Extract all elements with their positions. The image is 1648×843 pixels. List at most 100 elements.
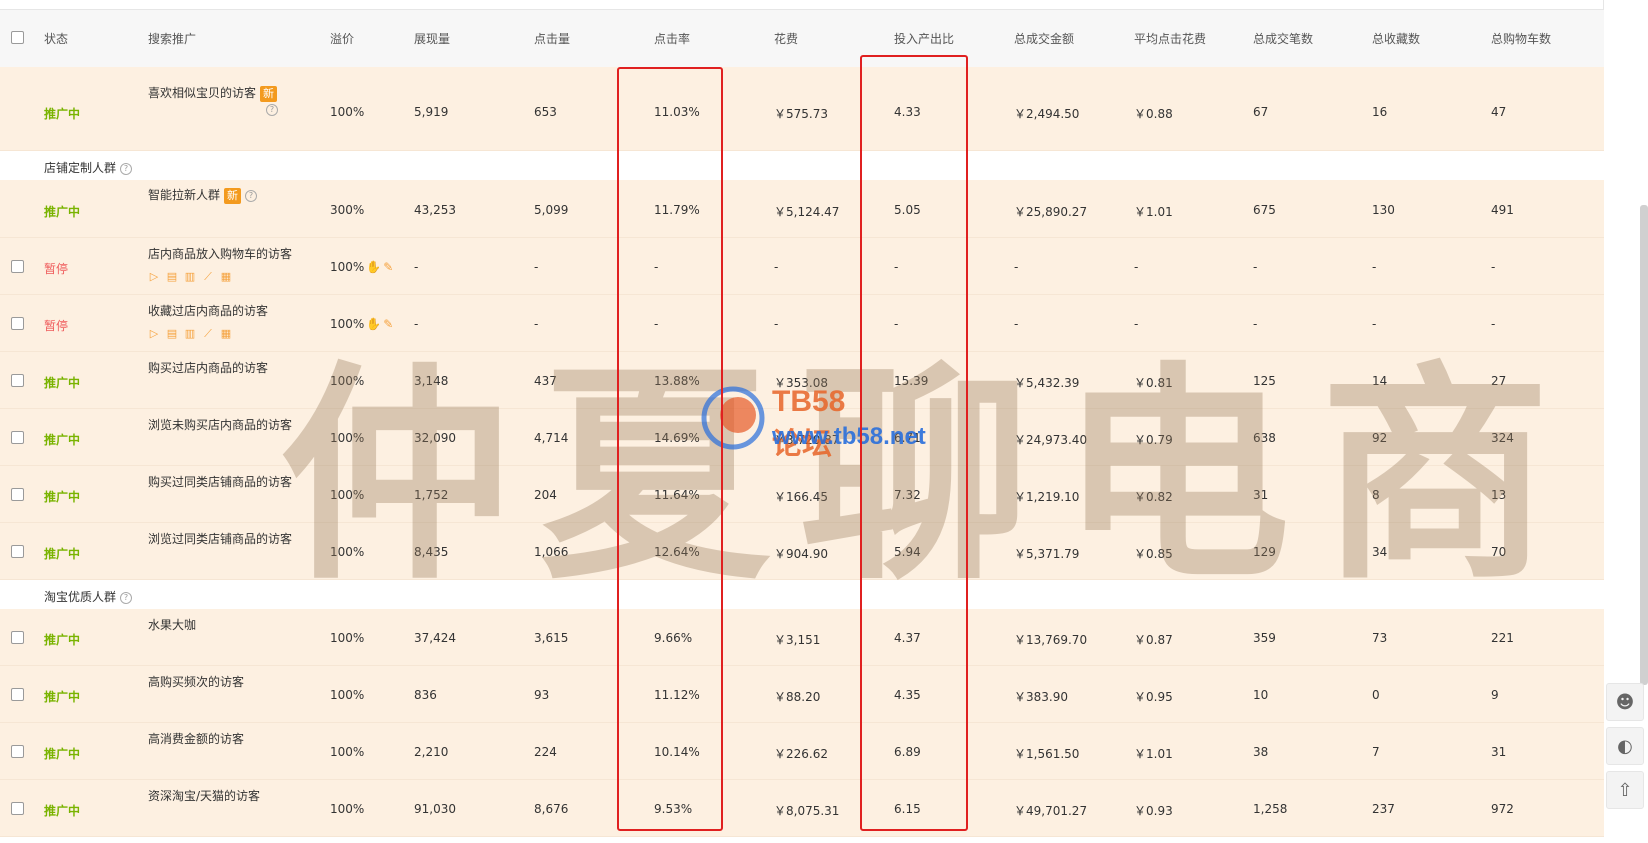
- premium-value[interactable]: 300%: [330, 203, 364, 217]
- chart-icon[interactable]: ⟋: [202, 271, 214, 283]
- delete-icon[interactable]: ▥: [184, 328, 196, 340]
- header-ctr[interactable]: 点击率: [654, 30, 690, 47]
- row-checkbox[interactable]: [11, 374, 24, 387]
- gmv-value: ￥13,769.70: [1014, 633, 1088, 647]
- premium-value[interactable]: 100% ✋ ✎: [330, 260, 393, 274]
- vertical-scrollbar[interactable]: [1640, 205, 1648, 685]
- premium-value[interactable]: 100%: [330, 105, 364, 119]
- gmv-value: ￥383.90: [1014, 690, 1068, 704]
- premium-value[interactable]: 100%: [330, 545, 364, 559]
- status-label: 推广中: [44, 107, 81, 121]
- cost-value: ￥88.20: [774, 690, 821, 704]
- header-gmv[interactable]: 总成交金额: [1014, 30, 1074, 47]
- cost-value: -: [774, 317, 779, 331]
- premium-value[interactable]: 100%: [330, 488, 364, 502]
- orders-value: 125: [1253, 374, 1276, 388]
- group-title: 淘宝优质人群?: [44, 588, 133, 605]
- delete-icon[interactable]: ▥: [184, 271, 196, 283]
- header-roi[interactable]: 投入产出比: [894, 30, 954, 47]
- row-checkbox[interactable]: [11, 745, 24, 758]
- premium-value[interactable]: 100%: [330, 374, 364, 388]
- table-row: 推广中 高购买频次的访客 100% 836 93 11.12% ￥88.20 4…: [0, 666, 1604, 723]
- impressions-value: 2,210: [414, 745, 449, 759]
- select-all-checkbox[interactable]: [11, 31, 24, 44]
- status-label: 推广中: [44, 804, 81, 818]
- user-service-icon[interactable]: ☻: [1606, 683, 1644, 721]
- copy-icon[interactable]: ▤: [166, 271, 178, 283]
- header-premium[interactable]: 溢价: [330, 30, 354, 47]
- header-favorites[interactable]: 总收藏数: [1372, 30, 1420, 47]
- orders-value: -: [1253, 317, 1258, 331]
- headset-icon[interactable]: ◐: [1606, 727, 1644, 765]
- ctr-value: 11.12%: [654, 688, 700, 702]
- roi-value: 5.94: [894, 545, 921, 559]
- gmv-value: ￥49,701.27: [1014, 804, 1088, 818]
- header-orders[interactable]: 总成交笔数: [1253, 30, 1313, 47]
- impressions-value: 37,424: [414, 631, 456, 645]
- status-label: 推广中: [44, 633, 81, 647]
- premium-value[interactable]: 100%: [330, 688, 364, 702]
- pencil-icon[interactable]: ✎: [383, 260, 393, 274]
- header-search[interactable]: 搜索推广: [148, 30, 196, 47]
- clicks-value: 1,066: [534, 545, 569, 559]
- status-label: 推广中: [44, 490, 81, 504]
- roi-value: -: [894, 260, 899, 274]
- status-label: 推广中: [44, 205, 81, 219]
- header-carts[interactable]: 总购物车数: [1491, 30, 1551, 47]
- cost-value: -: [774, 260, 779, 274]
- favorites-value: 92: [1372, 431, 1388, 445]
- premium-value[interactable]: 100%: [330, 431, 364, 445]
- cpc-value: -: [1134, 317, 1139, 331]
- hand-icon[interactable]: ✋: [366, 317, 381, 331]
- premium-value[interactable]: 100% ✋ ✎: [330, 317, 393, 331]
- cost-value: ￥3,151: [774, 633, 821, 647]
- row-checkbox[interactable]: [11, 317, 24, 330]
- crowd-name: 购买过同类店铺商品的访客: [148, 475, 293, 489]
- help-icon[interactable]: ?: [120, 162, 133, 175]
- cpc-value: ￥1.01: [1134, 205, 1173, 219]
- cost-value: ￥904.90: [774, 547, 828, 561]
- chart-icon[interactable]: ⟋: [202, 328, 214, 340]
- favorites-value: 130: [1372, 203, 1395, 217]
- impressions-value: 8,435: [414, 545, 449, 559]
- row-checkbox[interactable]: [11, 688, 24, 701]
- help-icon[interactable]: ?: [245, 189, 258, 202]
- clicks-value: 3,615: [534, 631, 569, 645]
- carts-value: 972: [1491, 802, 1514, 816]
- row-checkbox[interactable]: [11, 545, 24, 558]
- header-cpc[interactable]: 平均点击花费: [1134, 30, 1206, 47]
- header-status[interactable]: 状态: [44, 30, 68, 47]
- group-header: 淘宝优质人群?: [0, 580, 1604, 609]
- back-to-top-icon[interactable]: ⇧: [1606, 771, 1644, 809]
- gmv-value: ￥2,494.50: [1014, 107, 1080, 121]
- row-checkbox[interactable]: [11, 431, 24, 444]
- table-top-border: [0, 0, 1604, 10]
- help-icon[interactable]: ?: [120, 591, 133, 604]
- carts-value: 47: [1491, 105, 1507, 119]
- premium-value[interactable]: 100%: [330, 631, 364, 645]
- carts-value: 31: [1491, 745, 1507, 759]
- help-icon[interactable]: ?: [262, 102, 278, 116]
- report-icon[interactable]: ▦: [220, 271, 232, 283]
- header-cost[interactable]: 花费: [774, 30, 798, 47]
- premium-value[interactable]: 100%: [330, 802, 364, 816]
- header-clicks[interactable]: 点击量: [534, 30, 570, 47]
- row-checkbox[interactable]: [11, 488, 24, 501]
- row-checkbox[interactable]: [11, 260, 24, 273]
- play-icon[interactable]: ▷: [148, 328, 160, 340]
- header-impressions[interactable]: 展现量: [414, 30, 450, 47]
- impressions-value: -: [414, 260, 419, 274]
- hand-icon[interactable]: ✋: [366, 260, 381, 274]
- impressions-value: 5,919: [414, 105, 449, 119]
- ctr-value: 13.88%: [654, 374, 700, 388]
- pencil-icon[interactable]: ✎: [383, 317, 393, 331]
- ctr-value: 11.64%: [654, 488, 700, 502]
- copy-icon[interactable]: ▤: [166, 328, 178, 340]
- report-icon[interactable]: ▦: [220, 328, 232, 340]
- ctr-value: 11.03%: [654, 105, 700, 119]
- play-icon[interactable]: ▷: [148, 271, 160, 283]
- row-checkbox[interactable]: [11, 631, 24, 644]
- gmv-value: ￥1,219.10: [1014, 490, 1080, 504]
- row-checkbox[interactable]: [11, 802, 24, 815]
- premium-value[interactable]: 100%: [330, 745, 364, 759]
